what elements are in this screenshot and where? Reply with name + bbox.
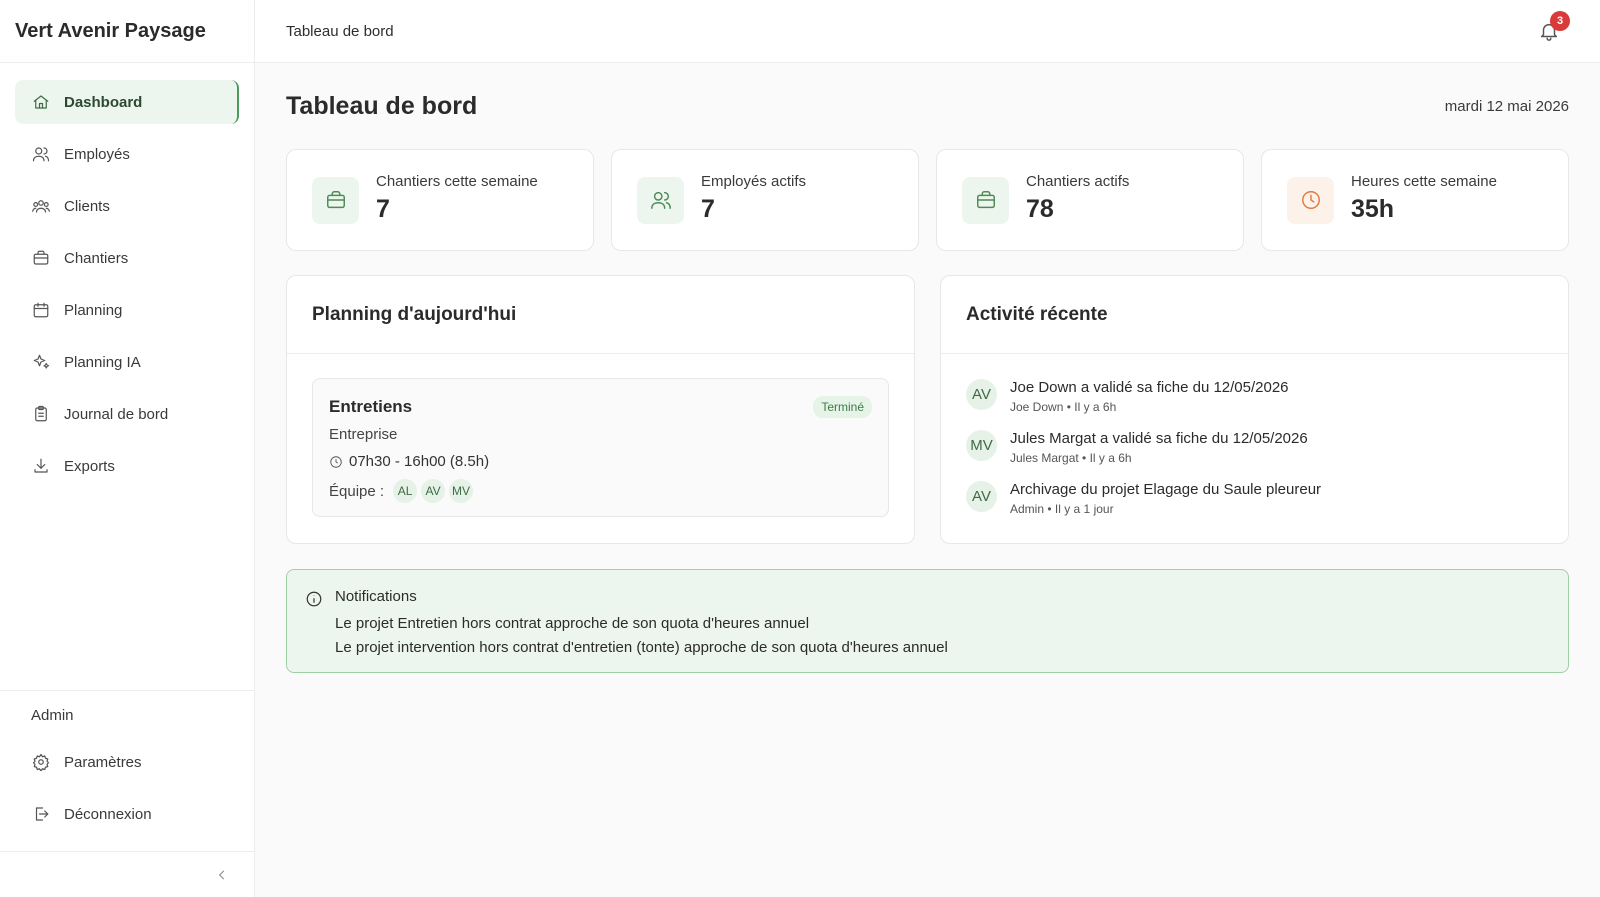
calendar-icon [33,302,49,318]
clock-icon [330,455,342,468]
admin-section: Admin Paramètres Déconnexion [0,690,254,844]
avatar: AV [966,379,997,410]
sidebar-item-chantiers[interactable]: Chantiers [15,236,239,280]
activity-item: AV Archivage du projet Elagage du Saule … [966,481,1543,516]
page-header: Tableau de bord mardi 12 mai 2026 [286,63,1569,149]
sparkles-icon [33,354,50,369]
stat-card: Heures cette semaine 35h [1261,149,1569,251]
stat-value: 7 [701,194,715,223]
sidebar-item-label: Planning [64,301,123,319]
sidebar-item-label: Dashboard [64,93,143,111]
activity-card: Activité récente AV Joe Down a validé sa… [940,275,1569,544]
collapse-sidebar-button[interactable] [0,851,254,897]
job-client: Entreprise [329,426,398,443]
info-icon [305,590,323,608]
avatar: AV [966,481,997,512]
sidebar-item-label: Paramètres [64,753,142,771]
activity-item: MV Jules Margat a validé sa fiche du 12/… [966,430,1543,465]
users-icon [637,176,684,224]
sidebar-item-clients[interactable]: Clients [15,184,239,228]
chevron-left-icon [218,870,225,880]
sidebar-item-label: Clients [64,197,110,215]
clipboard-icon [35,405,47,422]
notifications-title: Notifications [335,588,417,605]
stat-label: Chantiers cette semaine [376,172,538,190]
notification-line: Le projet Entretien hors contrat approch… [335,615,810,632]
stat-label: Employés actifs [701,172,807,190]
sidebar-item-employes[interactable]: Employés [15,132,239,176]
sidebar: Vert Avenir Paysage Dashboard Employés C… [0,0,255,897]
stat-value: 7 [376,194,390,223]
job-time: 07h30 - 16h00 (8.5h) [329,453,872,470]
planning-title: Planning d'aujourd'hui [287,276,914,354]
download-icon [34,458,48,473]
activity-meta: Joe Down • Il y a 6h [1010,400,1117,414]
activity-title: Activité récente [941,276,1568,354]
stats-row: Chantiers cette semaine 7 Employés actif… [286,149,1569,251]
page-title: Tableau de bord [286,91,478,120]
notifications-button[interactable]: 3 [1538,11,1570,42]
sidebar-item-planning[interactable]: Planning [15,288,239,332]
admin-title: Admin [31,707,74,724]
activity-meta: Admin • Il y a 1 jour [1010,502,1114,516]
main-content: Tableau de bord mardi 12 mai 2026 Chanti… [286,63,1569,673]
notification-badge: 3 [1550,11,1570,31]
job-card[interactable]: Entretiens Entreprise 07h30 - 16h00 (8.5… [312,378,889,517]
team-label: Équipe : [329,482,385,500]
stat-label: Heures cette semaine [1351,172,1497,190]
stat-card: Chantiers actifs 78 [936,149,1244,251]
avatar: MV [966,430,997,461]
sidebar-item-label: Exports [64,457,115,475]
job-title: Entretiens [329,397,413,416]
home-icon [33,95,49,109]
briefcase-icon [962,176,1009,224]
activity-text: Joe Down a validé sa fiche du 12/05/2026 [1010,379,1289,396]
content-columns: Planning d'aujourd'hui Entretiens Entrep… [286,275,1569,544]
stat-value: 35h [1351,194,1395,223]
stat-card: Chantiers cette semaine 7 [286,149,594,251]
clock-icon [1287,176,1334,224]
activity-meta: Jules Margat • Il y a 6h [1010,451,1132,465]
sidebar-item-journal[interactable]: Journal de bord [15,392,239,436]
stat-card: Employés actifs 7 [611,149,919,251]
team-member-chip: MV [449,479,474,503]
team-member-chip: AV [421,479,446,503]
activity-list: AV Joe Down a validé sa fiche du 12/05/2… [941,354,1568,516]
logout-icon [35,807,49,821]
stat-label: Chantiers actifs [1026,172,1130,190]
team-member-chip: AL [393,479,418,503]
sidebar-item-planning-ia[interactable]: Planning IA [15,340,239,384]
briefcase-icon [33,250,49,265]
briefcase-icon [312,176,359,224]
sidebar-item-dashboard[interactable]: Dashboard [15,80,239,124]
planning-card: Planning d'aujourd'hui Entretiens Entrep… [286,275,915,544]
sidebar-item-exports[interactable]: Exports [15,444,239,488]
users-icon [32,147,50,162]
sidebar-item-label: Journal de bord [64,405,169,423]
job-team: Équipe : AL AV MV [329,479,872,503]
sidebar-item-label: Chantiers [64,249,129,267]
activity-text: Archivage du projet Elagage du Saule ple… [1010,481,1322,498]
sidebar-item-label: Déconnexion [64,805,152,823]
settings-icon [32,753,50,771]
activity-text: Jules Margat a validé sa fiche du 12/05/… [1010,430,1308,447]
breadcrumb: Tableau de bord [286,22,394,40]
sidebar-item-label: Planning IA [64,353,141,371]
sidebar-item-deconnexion[interactable]: Déconnexion [15,792,239,836]
page-date: mardi 12 mai 2026 [1444,97,1569,115]
clients-icon [32,200,50,213]
status-badge: Terminé [813,396,872,418]
notification-line: Le projet intervention hors contrat d'en… [335,639,948,656]
activity-item: AV Joe Down a validé sa fiche du 12/05/2… [966,379,1543,414]
sidebar-nav: Dashboard Employés Clients Chantiers Pla… [0,63,254,488]
brand-name: Vert Avenir Paysage [0,0,254,63]
notifications-panel: Notifications Le projet Entretien hors c… [286,569,1569,673]
sidebar-item-parametres[interactable]: Paramètres [15,740,239,784]
job-time-text: 07h30 - 16h00 (8.5h) [349,453,490,470]
sidebar-item-label: Employés [64,145,130,163]
top-bar: Tableau de bord 3 [255,0,1600,63]
stat-value: 78 [1026,194,1054,223]
